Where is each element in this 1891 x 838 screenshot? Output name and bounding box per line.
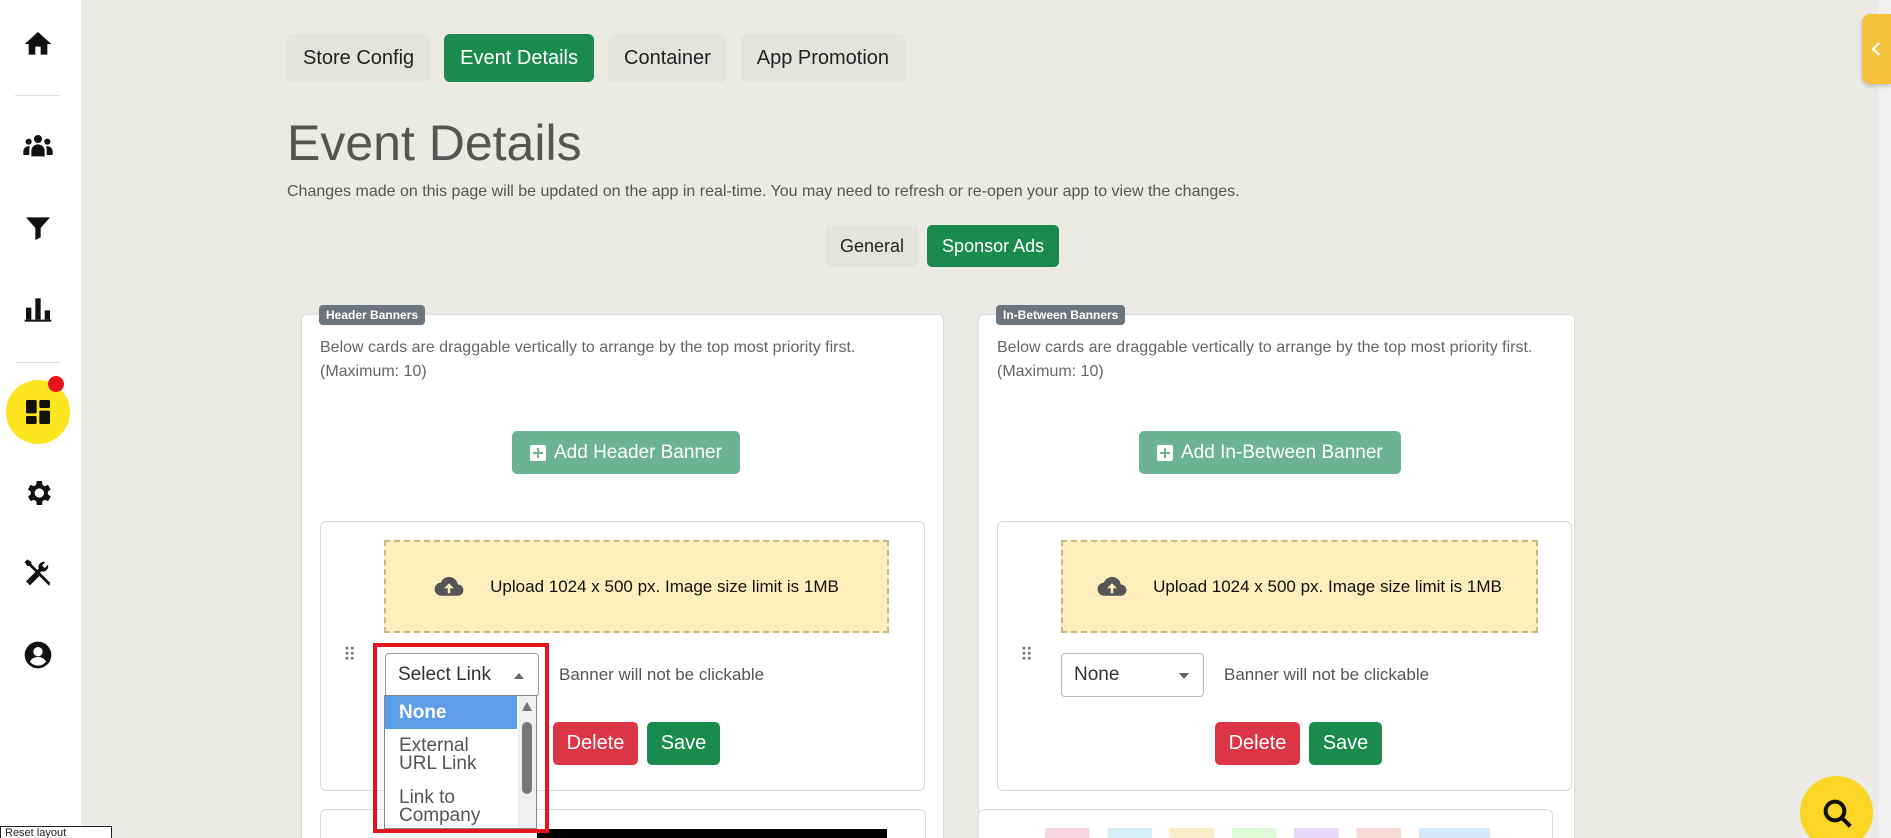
highlight-annotation-box bbox=[373, 643, 549, 833]
header-banner-upload-area[interactable]: Upload 1024 x 500 px. Image size limit i… bbox=[384, 540, 889, 633]
subtab-sponsor-ads[interactable]: Sponsor Ads bbox=[927, 225, 1060, 267]
top-tabs: Store Config Event Details Container App… bbox=[287, 34, 906, 82]
sidebar-divider bbox=[15, 95, 60, 96]
notification-dot bbox=[48, 376, 64, 392]
tools-icon[interactable] bbox=[0, 550, 76, 598]
banner-image-preview bbox=[537, 829, 887, 838]
sidebar bbox=[0, 0, 81, 838]
page-title: Event Details bbox=[287, 115, 582, 171]
page-scrollbar[interactable] bbox=[1878, 0, 1891, 838]
plus-square-icon bbox=[1157, 444, 1173, 461]
inbetween-banners-panel: In-Between Banners Below cards are dragg… bbox=[978, 305, 1575, 838]
plus-square-icon bbox=[530, 444, 546, 461]
subtab-general[interactable]: General bbox=[825, 225, 920, 267]
inbetween-banner-upload-area[interactable]: Upload 1024 x 500 px. Image size limit i… bbox=[1061, 540, 1538, 633]
drag-handle-icon[interactable]: ⠿ bbox=[1020, 645, 1033, 666]
drag-handle-icon[interactable]: ⠿ bbox=[343, 645, 356, 666]
description-line: Below cards are draggable vertically to … bbox=[320, 339, 856, 356]
inbetween-banners-badge: In-Between Banners bbox=[996, 305, 1126, 325]
people-group-icon[interactable] bbox=[0, 123, 76, 171]
link-type-select[interactable]: None bbox=[1061, 653, 1204, 697]
upload-instructions: Upload 1024 x 500 px. Image size limit i… bbox=[490, 576, 839, 596]
search-icon bbox=[1823, 799, 1852, 828]
cloud-upload-icon bbox=[1097, 576, 1127, 596]
inbetween-banner-card[interactable]: Upload 1024 x 500 px. Image size limit i… bbox=[997, 521, 1572, 791]
inbetween-banners-description: Below cards are draggable vertically to … bbox=[997, 336, 1567, 384]
caret-down-icon bbox=[1179, 673, 1189, 679]
delete-button[interactable]: Delete bbox=[553, 722, 638, 765]
tab-app-promotion[interactable]: App Promotion bbox=[740, 34, 906, 82]
bottom-chip[interactable]: Reset layout bbox=[0, 826, 112, 838]
header-banners-description: Below cards are draggable vertically to … bbox=[320, 336, 920, 384]
page-subtitle: Changes made on this page will be update… bbox=[287, 183, 1240, 200]
tab-event-details[interactable]: Event Details bbox=[444, 34, 595, 82]
banner-image-preview bbox=[1045, 828, 1490, 838]
save-button[interactable]: Save bbox=[1309, 722, 1382, 765]
description-line: Below cards are draggable vertically to … bbox=[997, 339, 1533, 356]
user-circle-icon[interactable] bbox=[0, 631, 76, 679]
banner-not-clickable-note: Banner will not be clickable bbox=[559, 665, 765, 684]
search-button[interactable] bbox=[1800, 776, 1873, 838]
home-icon[interactable] bbox=[0, 20, 76, 68]
add-header-banner-button[interactable]: Add Header Banner bbox=[512, 431, 740, 474]
chevron-left-icon bbox=[1871, 42, 1880, 56]
tab-container[interactable]: Container bbox=[608, 34, 727, 82]
add-inbetween-banner-button[interactable]: Add In-Between Banner bbox=[1139, 431, 1401, 474]
upload-instructions: Upload 1024 x 500 px. Image size limit i… bbox=[1153, 576, 1502, 596]
inbetween-banner-card-2[interactable] bbox=[978, 809, 1553, 838]
add-inbetween-banner-label: Add In-Between Banner bbox=[1181, 441, 1383, 463]
cloud-upload-icon bbox=[434, 576, 464, 596]
sub-tabs: General Sponsor Ads bbox=[825, 225, 1060, 267]
banner-not-clickable-note: Banner will not be clickable bbox=[1224, 665, 1430, 684]
tab-store-config[interactable]: Store Config bbox=[287, 34, 431, 82]
save-button[interactable]: Save bbox=[647, 722, 720, 765]
bar-chart-icon[interactable] bbox=[0, 285, 76, 333]
description-max: (Maximum: 10) bbox=[320, 363, 427, 380]
add-header-banner-label: Add Header Banner bbox=[554, 441, 722, 463]
gear-icon[interactable] bbox=[0, 469, 76, 517]
delete-button[interactable]: Delete bbox=[1215, 722, 1300, 765]
header-banners-badge: Header Banners bbox=[319, 305, 426, 325]
panel-toggle-button[interactable] bbox=[1862, 14, 1891, 84]
sidebar-divider bbox=[15, 362, 60, 363]
select-value: None bbox=[1074, 664, 1120, 685]
description-max: (Maximum: 10) bbox=[997, 363, 1104, 380]
filter-icon[interactable] bbox=[0, 204, 76, 252]
dashboard-grid-icon[interactable] bbox=[0, 388, 76, 436]
